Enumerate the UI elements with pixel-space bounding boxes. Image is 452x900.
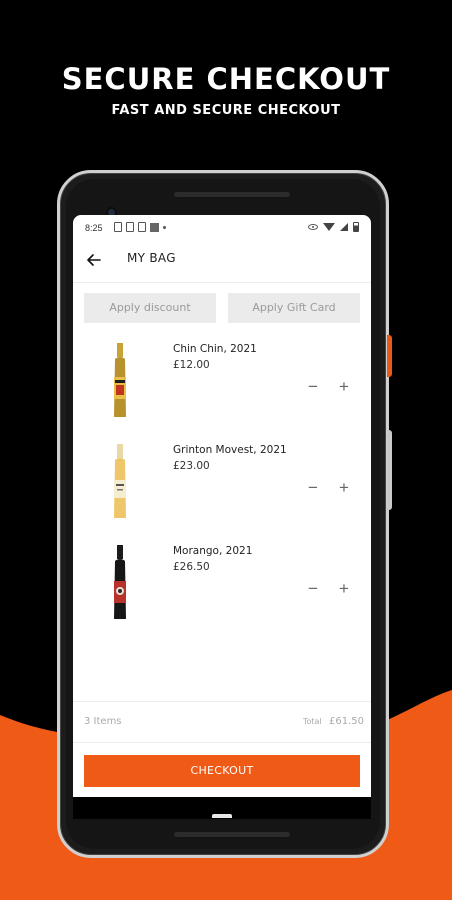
item-price: £26.50 (173, 561, 210, 573)
item-name: Morango, 2021 (173, 545, 253, 557)
phone-speaker-top (174, 192, 290, 197)
bag-item: Morango, 2021 £26.50 − + (73, 545, 371, 645)
item-name: Grinton Movest, 2021 (173, 444, 287, 456)
total-label: Total (303, 717, 322, 726)
checkout-button[interactable]: CHECKOUT (84, 755, 360, 787)
bag-item: Chin Chin, 2021 £12.00 − + (73, 343, 371, 443)
status-bar: 8:25 (73, 215, 371, 241)
app-screen: 8:25 MY BAG Apply discount Apply Gift Ca… (73, 215, 371, 797)
promo-subheadline: FAST AND SECURE CHECKOUT (111, 103, 341, 118)
increase-quantity-button[interactable]: + (336, 580, 352, 597)
notification-icon (114, 222, 122, 232)
bag-summary: 3 Items Total £61.50 (73, 701, 371, 743)
item-price: £23.00 (173, 460, 210, 472)
item-name: Chin Chin, 2021 (173, 343, 257, 355)
apply-discount-button[interactable]: Apply discount (84, 293, 216, 323)
back-arrow-icon[interactable] (85, 251, 103, 269)
total-value: £61.50 (329, 716, 364, 727)
decrease-quantity-button[interactable]: − (305, 580, 321, 597)
wifi-icon (323, 223, 335, 231)
top-app-bar: MY BAG (73, 241, 371, 283)
page-title: MY BAG (127, 251, 176, 265)
phone-power-button (387, 335, 392, 377)
phone-speaker-bottom (174, 832, 290, 837)
battery-icon (353, 222, 359, 232)
increase-quantity-button[interactable]: + (336, 378, 352, 395)
phone-volume-button (387, 430, 392, 510)
items-count: 3 Items (84, 716, 122, 727)
decrease-quantity-button[interactable]: − (305, 479, 321, 496)
item-price: £12.00 (173, 359, 210, 371)
increase-quantity-button[interactable]: + (336, 479, 352, 496)
home-indicator (212, 814, 232, 818)
signal-icon (340, 223, 348, 231)
status-icons-right (308, 222, 359, 232)
notification-icon (126, 222, 134, 232)
promo-headline: SECURE CHECKOUT (61, 62, 391, 96)
app-icon (150, 222, 159, 232)
dot-icon (163, 225, 166, 229)
eye-icon (308, 224, 318, 230)
wine-bottle-image (114, 343, 126, 417)
wine-bottle-image (114, 444, 126, 518)
decrease-quantity-button[interactable]: − (305, 378, 321, 395)
bag-item: Grinton Movest, 2021 £23.00 − + (73, 444, 371, 544)
status-time: 8:25 (85, 223, 103, 233)
status-icons-left (114, 222, 166, 232)
wine-bottle-image (114, 545, 126, 619)
apply-gift-card-button[interactable]: Apply Gift Card (228, 293, 360, 323)
sim-icon (138, 222, 146, 232)
